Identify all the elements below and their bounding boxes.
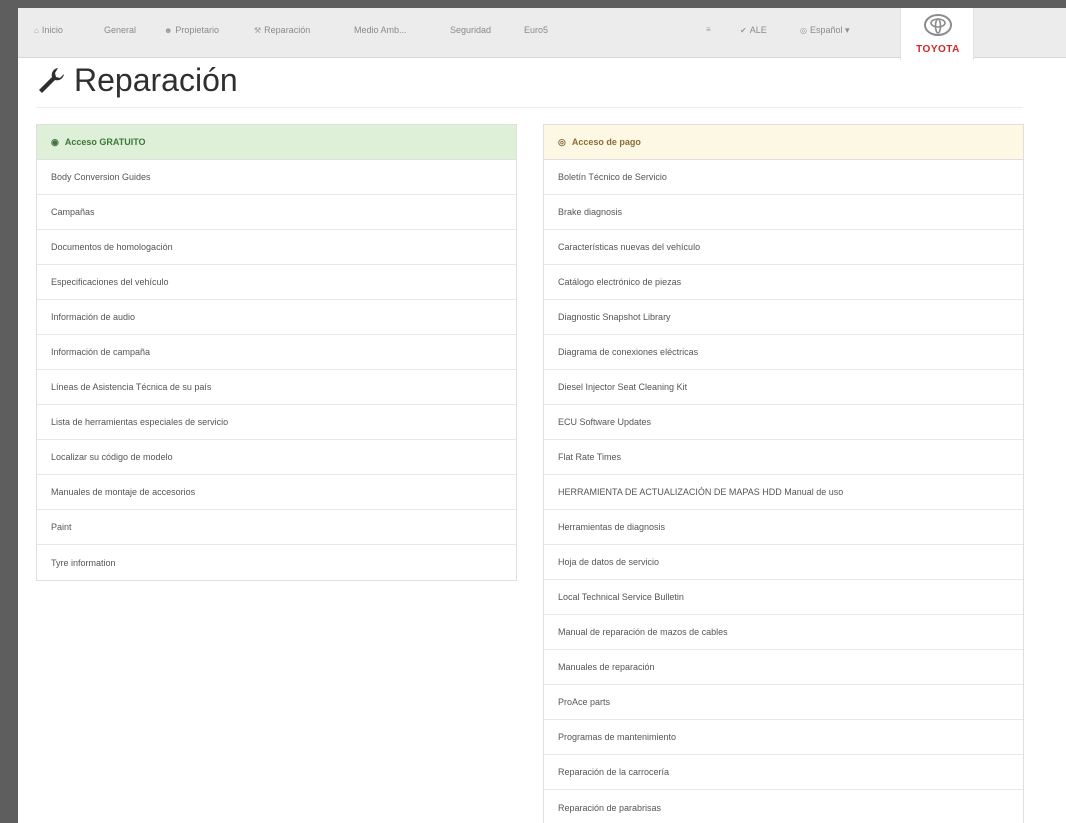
language-dropdown[interactable]: ◎ Español ▾ [800, 25, 850, 36]
list-item[interactable]: Local Technical Service Bulletin [544, 580, 1023, 615]
brand-name: TOYOTA [916, 44, 960, 55]
list-item[interactable]: Diagnostic Snapshot Library [544, 300, 1023, 335]
list-item[interactable]: Información de campaña [37, 335, 516, 370]
home-icon: ⌂ [34, 25, 39, 35]
list-item[interactable]: Paint [37, 510, 516, 545]
list-item[interactable]: Documentos de homologación [37, 230, 516, 265]
list-item[interactable]: HERRAMIENTA DE ACTUALIZACIÓN DE MAPAS HD… [544, 475, 1023, 510]
nav-item-label: Inicio [41, 25, 63, 35]
nav-item-inicio[interactable]: ⌂ Inicio [34, 25, 63, 35]
list-item[interactable]: Reparación de la carrocería [544, 755, 1023, 790]
free-access-list: Body Conversion Guides Campañas Documentos… [37, 160, 516, 580]
nav-item-reparacion[interactable]: ⚒ Reparación [254, 25, 310, 35]
list-item[interactable]: Reparación de parabrisas [544, 790, 1023, 823]
list-item[interactable]: Brake diagnosis [544, 195, 1023, 230]
panel-heading-label: Acceso GRATUITO [64, 137, 146, 147]
toyota-emblem-icon [924, 14, 952, 36]
free-access-panel: ◉ Acceso GRATUITO Body Conversion Guides… [36, 124, 517, 581]
wrench-icon [39, 68, 64, 93]
screen-frame: ⌂ Inicio General ☻ Propietario ⚒ Reparac… [0, 0, 1066, 823]
nav-item-label: Propietario [175, 25, 219, 35]
list-item[interactable]: Programas de mantenimiento [544, 720, 1023, 755]
user-menu[interactable]: ✔ ALE [740, 25, 767, 35]
list-item[interactable]: Flat Rate Times [544, 440, 1023, 475]
nav-item-general[interactable]: General [104, 25, 136, 35]
free-access-heading: ◉ Acceso GRATUITO [37, 125, 516, 160]
list-item[interactable]: Diagrama de conexiones eléctricas [544, 335, 1023, 370]
list-item[interactable]: ProAce parts [544, 685, 1023, 720]
list-item[interactable]: Body Conversion Guides [37, 160, 516, 195]
nav-item-label: Medio Amb... [354, 25, 407, 35]
list-item[interactable]: Especificaciones del vehículo [37, 265, 516, 300]
paid-access-panel: ◎ Acceso de pago Boletín Técnico de Serv… [543, 124, 1024, 823]
list-item[interactable]: ECU Software Updates [544, 405, 1023, 440]
user-icon: ☻ [164, 25, 173, 35]
list-item[interactable]: Hoja de datos de servicio [544, 545, 1023, 580]
list-item[interactable]: Tyre information [37, 545, 516, 580]
nav-item-seguridad[interactable]: Seguridad [450, 25, 491, 35]
panel-heading-label: Acceso de pago [571, 137, 641, 147]
list-item[interactable]: Lista de herramientas especiales de serv… [37, 405, 516, 440]
list-item[interactable]: Herramientas de diagnosis [544, 510, 1023, 545]
list-item[interactable]: Manual de reparación de mazos de cables [544, 615, 1023, 650]
user-label: ALE [749, 25, 767, 35]
paid-eye-icon: ◎ [558, 136, 566, 147]
wrench-icon: ⚒ [254, 25, 262, 35]
list-item[interactable]: Líneas de Asistencia Técnica de su país [37, 370, 516, 405]
eye-icon: ◉ [51, 136, 59, 147]
nav-item-label: Euro5 [524, 25, 549, 35]
list-item[interactable]: Manuales de reparación [544, 650, 1023, 685]
page-header: Reparación [36, 58, 238, 102]
list-item[interactable]: Catálogo electrónico de piezas [544, 265, 1023, 300]
language-label: Español ▾ [809, 25, 850, 35]
title-divider [36, 107, 1023, 108]
nav-item-label: Seguridad [450, 25, 492, 35]
browser-page: ⌂ Inicio General ☻ Propietario ⚒ Reparac… [18, 8, 1066, 823]
nav-item-label: General [104, 25, 137, 35]
globe-icon: ◎ [800, 26, 807, 35]
nav-item-medio-ambiente[interactable]: Medio Amb... [354, 25, 407, 35]
paid-access-heading: ◎ Acceso de pago [544, 125, 1023, 160]
cart-button[interactable]: ≡ [706, 25, 711, 34]
top-navbar: ⌂ Inicio General ☻ Propietario ⚒ Reparac… [18, 8, 1066, 60]
nav-item-euro5[interactable]: Euro5 [524, 25, 548, 35]
list-item[interactable]: Manuales de montaje de accesorios [37, 475, 516, 510]
paid-access-list: Boletín Técnico de Servicio Brake diagnos… [544, 160, 1023, 823]
toyota-logo[interactable]: TOYOTA [900, 8, 974, 60]
list-item[interactable]: Campañas [37, 195, 516, 230]
page-title: Reparación [74, 61, 238, 98]
cart-icon: ≡ [706, 25, 711, 34]
nav-item-propietario[interactable]: ☻ Propietario [164, 25, 219, 35]
list-item[interactable]: Información de audio [37, 300, 516, 335]
list-item[interactable]: Boletín Técnico de Servicio [544, 160, 1023, 195]
list-item[interactable]: Diesel Injector Seat Cleaning Kit [544, 370, 1023, 405]
check-icon: ✔ [740, 25, 747, 35]
list-item[interactable]: Localizar su código de modelo [37, 440, 516, 475]
list-item[interactable]: Características nuevas del vehículo [544, 230, 1023, 265]
nav-item-label: Reparación [264, 25, 311, 35]
